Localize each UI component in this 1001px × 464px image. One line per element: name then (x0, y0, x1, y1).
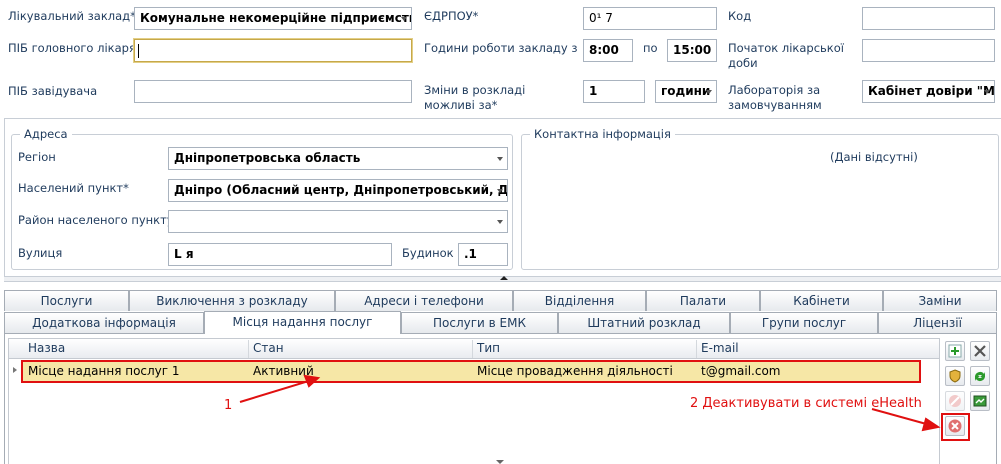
tab-service-places[interactable]: Місця надання послуг (204, 311, 401, 334)
annotation-arrows (239, 374, 941, 432)
arrow-two (871, 408, 941, 432)
scroll-down-icon[interactable] (496, 460, 504, 464)
annotation-1: 1 (224, 398, 233, 413)
arrow-one (239, 374, 321, 403)
annotation-2: 2 Деактивувати в системі eHealth (690, 396, 922, 411)
